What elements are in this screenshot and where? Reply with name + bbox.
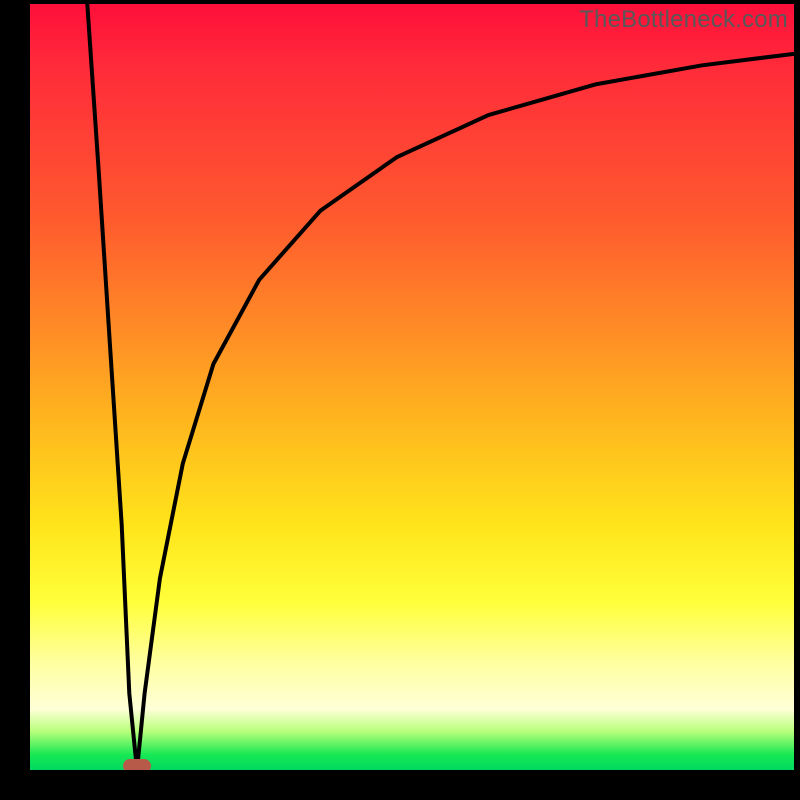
chart-frame: TheBottleneck.com	[0, 0, 800, 800]
chart-curve	[30, 4, 794, 770]
plot-area: TheBottleneck.com	[30, 4, 794, 770]
optimal-marker	[123, 759, 151, 770]
chart-path	[87, 4, 794, 770]
